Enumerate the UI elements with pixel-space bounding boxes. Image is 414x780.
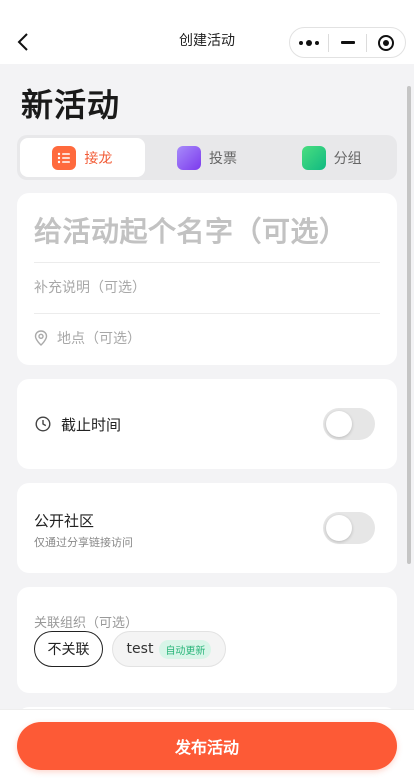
scrollbar[interactable] [407, 86, 411, 564]
location-placeholder: 地点（可选） [57, 331, 141, 347]
more-button[interactable] [290, 28, 328, 57]
close-button[interactable] [367, 28, 405, 57]
minimize-button[interactable] [329, 28, 367, 57]
list-icon [52, 145, 77, 170]
auto-update-badge: 自动更新 [159, 639, 212, 659]
deadline-label: 截止时间 [61, 416, 122, 434]
divider [34, 262, 380, 263]
organization-card: 关联组织（可选） 不关联 test 自动更新 [17, 587, 397, 693]
mini-program-capsule [289, 27, 406, 58]
vote-icon [177, 145, 201, 170]
group-icon [301, 145, 326, 170]
public-community-card: 公开社区 仅通过分享链接访问 [17, 483, 397, 573]
tab-relay[interactable]: 接龙 [20, 138, 145, 177]
publish-button[interactable]: 发布活动 [17, 722, 397, 770]
location-input[interactable]: 地点（可选） [34, 328, 141, 348]
org-option-label: test [126, 641, 154, 657]
tab-label: 分组 [333, 150, 362, 167]
more-dots-icon [298, 39, 319, 46]
close-target-icon [378, 34, 395, 51]
location-pin-icon [34, 330, 48, 346]
minimize-icon [340, 41, 355, 44]
tab-vote[interactable]: 投票 [145, 138, 270, 177]
org-option-none[interactable]: 不关联 [34, 631, 103, 667]
description-input[interactable]: 补充说明（可选） [34, 277, 146, 297]
page-title: 新活动 [21, 86, 121, 124]
org-option-test[interactable]: test 自动更新 [112, 631, 226, 667]
public-community-description: 仅通过分享链接访问 [34, 536, 133, 549]
toggle-knob [326, 515, 352, 541]
public-community-toggle[interactable] [323, 512, 375, 544]
deadline-card: 截止时间 [17, 379, 397, 469]
tab-group[interactable]: 分组 [269, 138, 394, 177]
clock-icon [35, 416, 51, 432]
toggle-knob [326, 411, 352, 437]
divider [34, 313, 380, 314]
activity-type-tabs: 接龙 投票 分组 [17, 135, 397, 180]
organization-label: 关联组织（可选） [34, 616, 139, 631]
basic-info-card: 给活动起个名字（可选） 补充说明（可选） 地点（可选） [17, 193, 397, 365]
activity-name-input[interactable]: 给活动起个名字（可选） [34, 210, 348, 250]
public-community-label: 公开社区 [34, 512, 95, 530]
tab-label: 投票 [209, 150, 237, 167]
nav-bar: 创建活动 [0, 0, 414, 64]
deadline-toggle[interactable] [323, 408, 375, 440]
tab-label: 接龙 [84, 150, 113, 167]
